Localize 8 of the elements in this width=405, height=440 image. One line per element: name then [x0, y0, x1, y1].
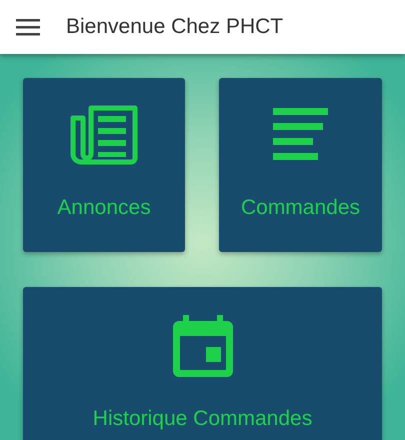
list-icon: [272, 108, 328, 162]
menu-button[interactable]: [16, 18, 40, 36]
calendar-icon: [172, 315, 232, 377]
menu-tile[interactable]: Commandes: [219, 78, 382, 252]
menu-tile[interactable]: Historique Commandes: [23, 287, 382, 440]
menu-tile[interactable]: Annonces: [23, 78, 185, 252]
newspaper-icon: [69, 104, 139, 166]
app-title: Bienvenue Chez PHCT: [66, 15, 284, 39]
